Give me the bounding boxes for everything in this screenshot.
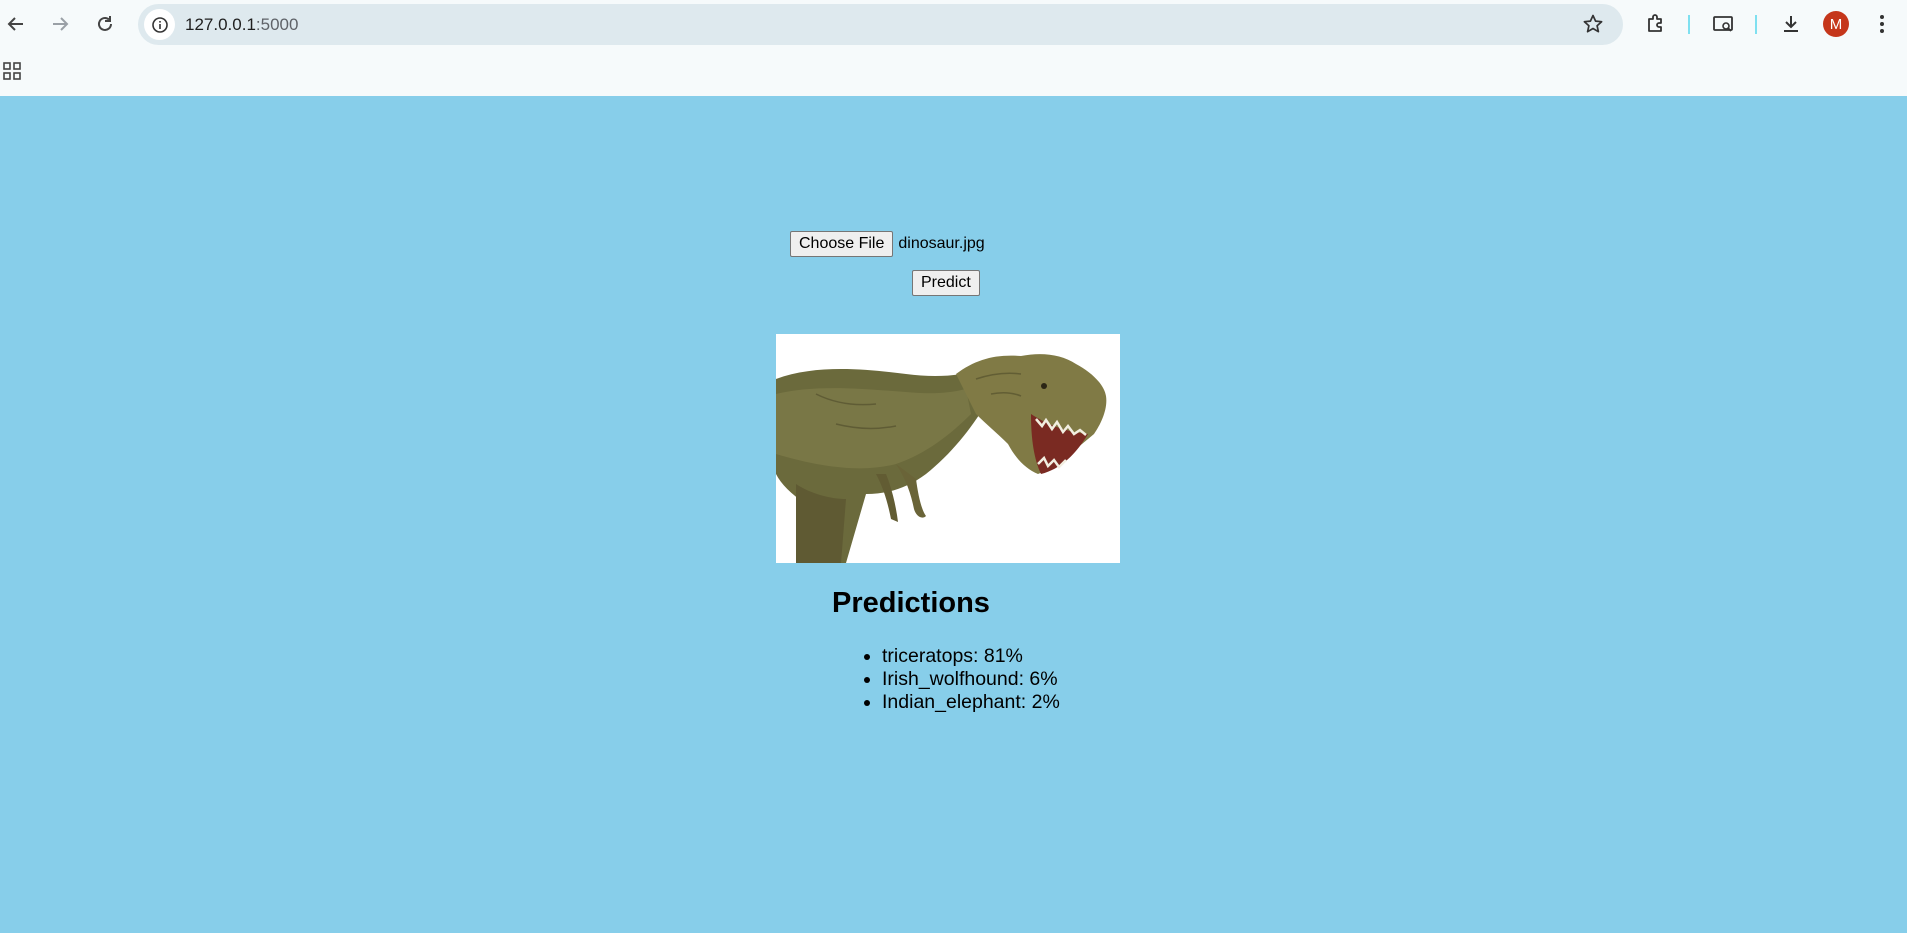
browser-toolbar: 127.0.0.1:5000 M (0, 0, 1907, 48)
url-port: :5000 (255, 15, 299, 34)
forward-icon[interactable] (44, 8, 76, 40)
media-search-icon[interactable] (1707, 8, 1739, 40)
address-bar[interactable]: 127.0.0.1:5000 (138, 4, 1623, 45)
predictions-title: Predictions (832, 587, 990, 619)
extensions-icon[interactable] (1640, 8, 1672, 40)
prediction-item: Irish_wolfhound: 6% (864, 668, 1060, 691)
apps-grid-icon[interactable] (0, 55, 28, 87)
bookmark-star-icon[interactable] (1577, 8, 1609, 40)
predict-button[interactable]: Predict (912, 270, 980, 296)
selected-file-name: dinosaur.jpg (898, 235, 985, 252)
predictions-list: triceratops: 81% Irish_wolfhound: 6% Ind… (864, 645, 1060, 714)
choose-file-button[interactable]: Choose File (790, 231, 894, 257)
toolbar-divider (1688, 15, 1690, 34)
page-content: Choose File dinosaur.jpg Predict Predict… (0, 96, 1907, 933)
prediction-item: Indian_elephant: 2% (864, 691, 1060, 713)
profile-avatar[interactable]: M (1823, 11, 1849, 37)
download-icon[interactable] (1775, 8, 1807, 40)
site-info-icon[interactable] (144, 9, 175, 40)
prediction-item: triceratops: 81% (864, 645, 1060, 668)
back-icon[interactable] (0, 8, 32, 40)
more-menu-icon[interactable] (1866, 8, 1898, 40)
bookmarks-bar (0, 48, 1907, 96)
browser-chrome: 127.0.0.1:5000 M (0, 0, 1907, 96)
reload-icon[interactable] (89, 8, 121, 40)
url-host: 127.0.0.1 (185, 15, 256, 34)
dinosaur-image (776, 334, 1120, 563)
toolbar-divider (1755, 15, 1757, 34)
file-upload-row: Choose File dinosaur.jpg (790, 231, 985, 257)
url-text[interactable]: 127.0.0.1:5000 (185, 15, 298, 35)
